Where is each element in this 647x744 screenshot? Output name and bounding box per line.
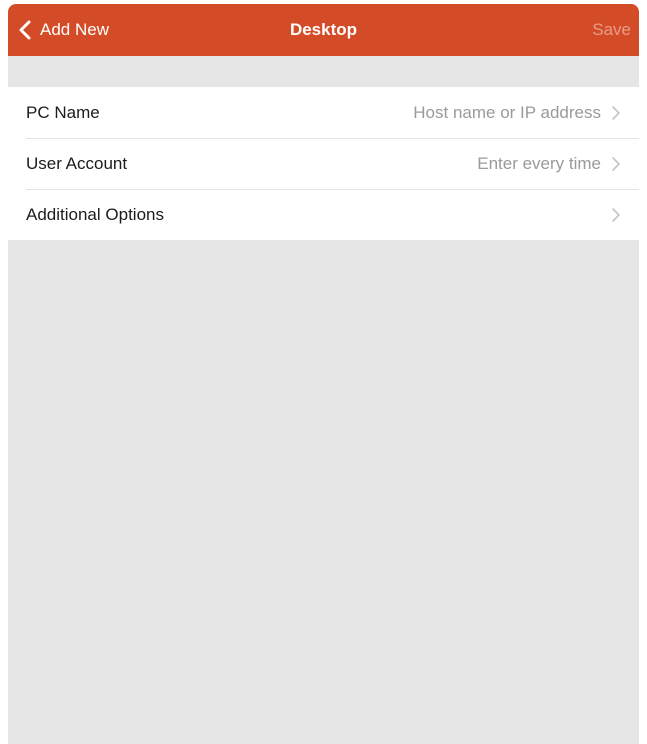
chevron-right-icon — [612, 207, 620, 222]
save-button[interactable]: Save — [592, 4, 631, 56]
pc-name-label: PC Name — [26, 102, 100, 122]
back-button-label: Add New — [40, 20, 109, 39]
pc-name-value: Host name or IP address — [413, 102, 601, 122]
back-button[interactable]: Add New — [16, 4, 109, 56]
chevron-left-icon — [19, 20, 31, 40]
settings-list: PC Name Host name or IP address User Acc… — [8, 87, 639, 240]
additional-options-row[interactable]: Additional Options — [8, 189, 639, 240]
user-account-label: User Account — [26, 153, 128, 173]
pc-name-row[interactable]: PC Name Host name or IP address — [8, 87, 639, 138]
add-desktop-sheet: Add New Desktop Save PC Name Host name o… — [8, 4, 639, 744]
navigation-bar: Add New Desktop Save — [8, 4, 639, 56]
user-account-value: Enter every time — [477, 153, 601, 173]
chevron-right-icon — [612, 105, 620, 120]
user-account-row[interactable]: User Account Enter every time — [8, 138, 639, 189]
chevron-right-icon — [612, 156, 620, 171]
additional-options-label: Additional Options — [26, 204, 164, 224]
